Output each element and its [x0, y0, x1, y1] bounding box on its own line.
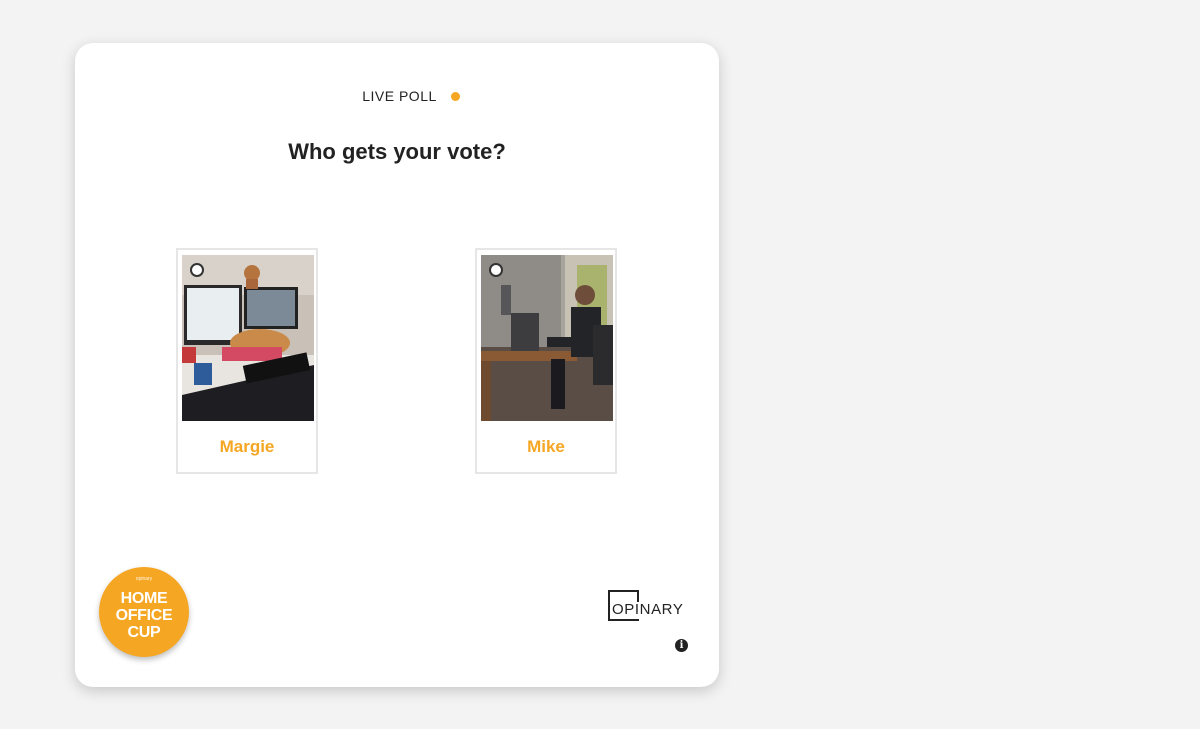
option-name-margie: Margie — [219, 437, 275, 456]
info-icon[interactable]: i — [675, 639, 688, 652]
poll-option-mike[interactable]: Mike — [475, 248, 617, 474]
option-photo-margie — [182, 255, 314, 421]
opinary-logo[interactable]: OPINARY — [608, 590, 688, 624]
option-name-mike: Mike — [527, 437, 565, 456]
live-indicator-dot — [450, 91, 460, 101]
badge-title: HOME OFFICE CUP — [115, 590, 173, 641]
background-pattern — [728, 86, 1138, 642]
poll-card: LIVE POLL Who gets your vote? Margie Mik… — [75, 43, 719, 687]
home-office-cup-badge: opinary HOME OFFICE CUP — [99, 567, 189, 657]
opinary-logo-text: OPINARY — [612, 601, 684, 618]
live-poll-label: LIVE POLL — [362, 88, 437, 104]
badge-brand-mark: opinary — [135, 576, 153, 582]
option-radio-mike[interactable] — [489, 263, 503, 277]
poll-question: Who gets your vote? — [288, 139, 506, 164]
option-radio-margie[interactable] — [190, 263, 204, 277]
poll-option-margie[interactable]: Margie — [176, 248, 318, 474]
option-photo-mike — [481, 255, 613, 421]
live-poll-header: LIVE POLL — [75, 88, 719, 104]
